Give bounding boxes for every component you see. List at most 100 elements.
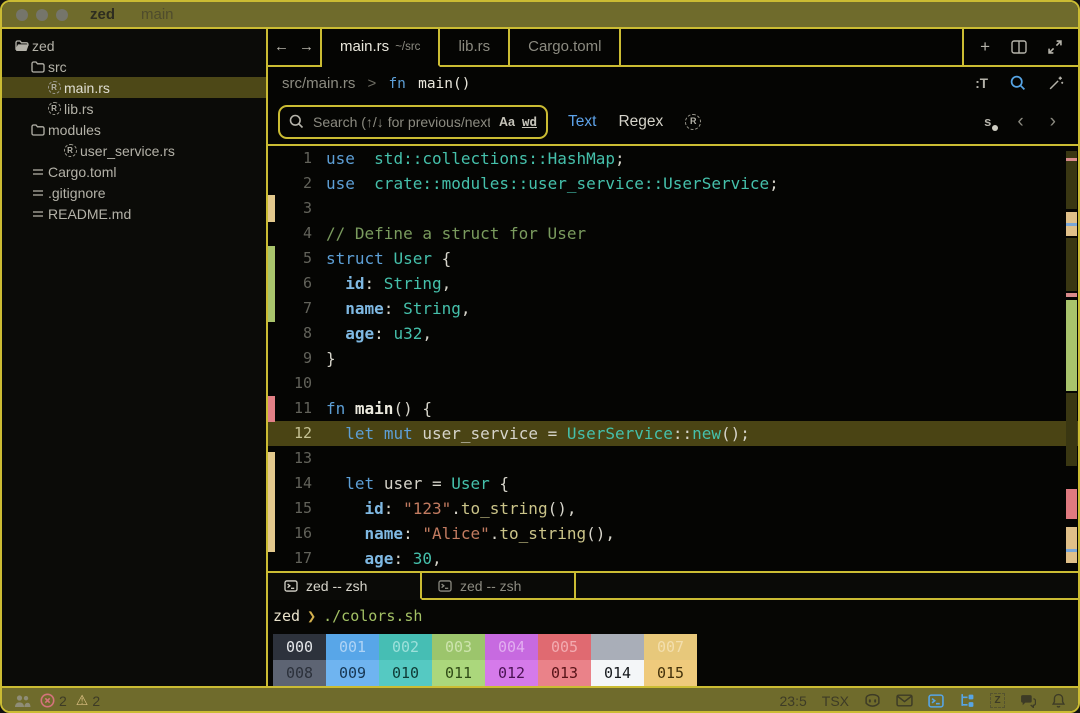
terminal-panel[interactable]: zed ❯ ./colors.sh 000 001 002 003 004 005 006 007…	[268, 600, 1078, 686]
code-line-1[interactable]: 1 use std::collections::HashMap;	[268, 146, 1078, 171]
back-icon[interactable]: ←	[274, 38, 289, 55]
file-tree-item-src[interactable]: src	[2, 56, 266, 77]
file-label: .gitignore	[48, 184, 106, 201]
ansi-color-table: 000 001 002 003 004 005 006 007 008 009 010 011 012 0…	[273, 634, 1078, 686]
code-line-2[interactable]: 2 use crate::modules::user_service::UserS…	[268, 171, 1078, 196]
previous-match-icon[interactable]: ‹	[1017, 112, 1023, 131]
ansi-color-009: 009	[326, 660, 379, 686]
code-line-13[interactable]: 13	[268, 446, 1078, 471]
ansi-color-004: 004	[485, 634, 538, 660]
close-window-button[interactable]	[16, 8, 28, 21]
diagnostics-errors[interactable]: 2	[40, 693, 67, 709]
file-tree-item-lib-rs[interactable]: Rlib.rs	[2, 98, 266, 119]
rust-file-icon: R	[60, 144, 80, 157]
editor-controls-icon[interactable]: :T	[975, 76, 988, 91]
ansi-color-015: 015	[644, 660, 697, 686]
terminal-tab-1[interactable]: zed -- zsh	[268, 573, 422, 600]
language-selector[interactable]: TSX	[822, 693, 849, 709]
zoom-window-button[interactable]	[56, 8, 68, 21]
code-line-12[interactable]: 12 let mut user_service = UserService::n…	[268, 420, 1078, 446]
edit-prediction-icon[interactable]: Z	[990, 693, 1005, 708]
project-panel: zed src Rmain.rs Rlib.rs modules Ruser_servic…	[2, 29, 268, 686]
line-text: age: 30,	[364, 548, 442, 568]
line-text: fn main() {	[326, 398, 432, 418]
scrollbar-marker	[1066, 548, 1077, 552]
case-sensitive-toggle[interactable]: Aa	[499, 115, 515, 129]
code-line-8[interactable]: 8 age: u32,	[268, 321, 1078, 346]
code-line-11[interactable]: 11 fn main() {	[268, 396, 1078, 421]
code-line-10[interactable]: 10	[268, 371, 1078, 396]
chat-panel-icon[interactable]	[1020, 694, 1036, 708]
code-line-3[interactable]: 3	[268, 196, 1078, 221]
tab-label: main.rs	[340, 38, 390, 56]
ansi-color-010: 010	[379, 660, 432, 686]
code-line-6[interactable]: 6 id: String,	[268, 271, 1078, 296]
cursor-position[interactable]: 23:5	[780, 693, 807, 709]
search-mode-regex[interactable]: Regex	[618, 113, 663, 131]
next-match-icon[interactable]: ›	[1050, 112, 1056, 131]
code-line-15[interactable]: 15 id: "123".to_string(),	[268, 496, 1078, 521]
split-pane-icon[interactable]	[1011, 40, 1027, 54]
code-line-7[interactable]: 7 name: String,	[268, 296, 1078, 321]
copilot-icon[interactable]	[864, 693, 881, 708]
search-box: Aa wd	[278, 104, 548, 139]
code-line-16[interactable]: 16 name: "Alice".to_string(),	[268, 521, 1078, 546]
terminal-tab-2[interactable]: zed -- zsh	[422, 573, 576, 600]
feedback-envelope-icon[interactable]	[896, 694, 913, 707]
tab-bar: ← → main.rs ~/src lib.rs Cargo.toml +	[268, 29, 1078, 67]
file-tree-item-readme-md[interactable]: README.md	[2, 203, 266, 224]
diagnostics-warnings[interactable]: ⚠ 2	[76, 692, 100, 709]
code-line-9[interactable]: 9}	[268, 346, 1078, 371]
breadcrumb-path[interactable]: src/main.rs	[282, 75, 355, 92]
git-branch-label[interactable]: main	[141, 6, 174, 23]
ansi-color-row: 000 001 002 003 004 005 006 007	[273, 634, 1078, 660]
code-line-17[interactable]: 17 age: 30,	[268, 546, 1078, 571]
terminal-panel-icon[interactable]	[928, 693, 944, 708]
search-input[interactable]	[311, 112, 492, 131]
tab-main-rs[interactable]: main.rs ~/src	[322, 29, 441, 67]
prompt-user: zed	[273, 607, 301, 625]
tab-lib-rs[interactable]: lib.rs	[440, 29, 511, 67]
outline-panel-icon[interactable]	[959, 693, 975, 708]
breadcrumb[interactable]: src/main.rs > fn main()	[282, 75, 470, 92]
forward-icon[interactable]: →	[299, 38, 314, 55]
editor-scrollbar[interactable]	[1065, 146, 1078, 572]
file-tree-item-modules[interactable]: modules	[2, 119, 266, 140]
rust-file-icon: R	[44, 81, 64, 94]
file-tree-item-user-service-rs[interactable]: Ruser_service.rs	[2, 140, 266, 161]
warning-count: 2	[92, 692, 101, 709]
rust-gear-icon[interactable]: R	[685, 113, 702, 130]
ansi-color-row: 008 009 010 011 012 013 014 015	[273, 660, 1078, 686]
terminal-tab-strip: zed -- zsh zed -- zsh	[268, 573, 576, 600]
inline-assist-wand-icon[interactable]	[1048, 75, 1064, 91]
file-tree-item-cargo-toml[interactable]: Cargo.toml	[2, 161, 266, 182]
tab-label: Cargo.toml	[528, 38, 602, 56]
buffer-search-icon[interactable]	[1010, 75, 1026, 91]
line-text: use crate::modules::user_service::UserSe…	[326, 173, 779, 193]
file-tree-item-main-rs[interactable]: Rmain.rs	[2, 77, 266, 98]
selection-search-icon[interactable]: s	[984, 114, 999, 132]
file-tree-item-zed[interactable]: zed	[2, 35, 266, 56]
search-mode-text[interactable]: Text	[568, 113, 596, 131]
scrollbar-marker	[1066, 222, 1077, 226]
notifications-bell-icon[interactable]	[1051, 693, 1066, 708]
whole-word-toggle[interactable]: wd	[522, 114, 537, 129]
minimize-window-button[interactable]	[36, 8, 48, 21]
tab-cargo-toml[interactable]: Cargo.toml	[510, 29, 622, 67]
code-editor[interactable]: 1 use std::collections::HashMap; 2 use crat…	[268, 143, 1078, 574]
git-diff-marker	[268, 395, 275, 422]
tab-strip: main.rs ~/src lib.rs Cargo.toml	[322, 29, 622, 67]
scrollbar-marker	[1066, 488, 1077, 519]
code-line-4[interactable]: 4// Define a struct for User	[268, 221, 1078, 246]
collaboration-people-icon[interactable]	[14, 694, 31, 708]
code-line-5[interactable]: 5 struct User {	[268, 246, 1078, 271]
tab-label: lib.rs	[458, 38, 491, 56]
expand-pane-icon[interactable]	[1048, 40, 1062, 54]
project-title[interactable]: zed	[90, 6, 115, 23]
warning-icon: ⚠	[75, 692, 89, 708]
code-line-14[interactable]: 14 let user = User {	[268, 471, 1078, 496]
new-tab-icon[interactable]: +	[980, 37, 990, 57]
line-text: id: "123".to_string(),	[364, 498, 577, 518]
breadcrumb-symbol[interactable]: main()	[418, 76, 470, 92]
file-tree-item-gitignore[interactable]: .gitignore	[2, 182, 266, 203]
